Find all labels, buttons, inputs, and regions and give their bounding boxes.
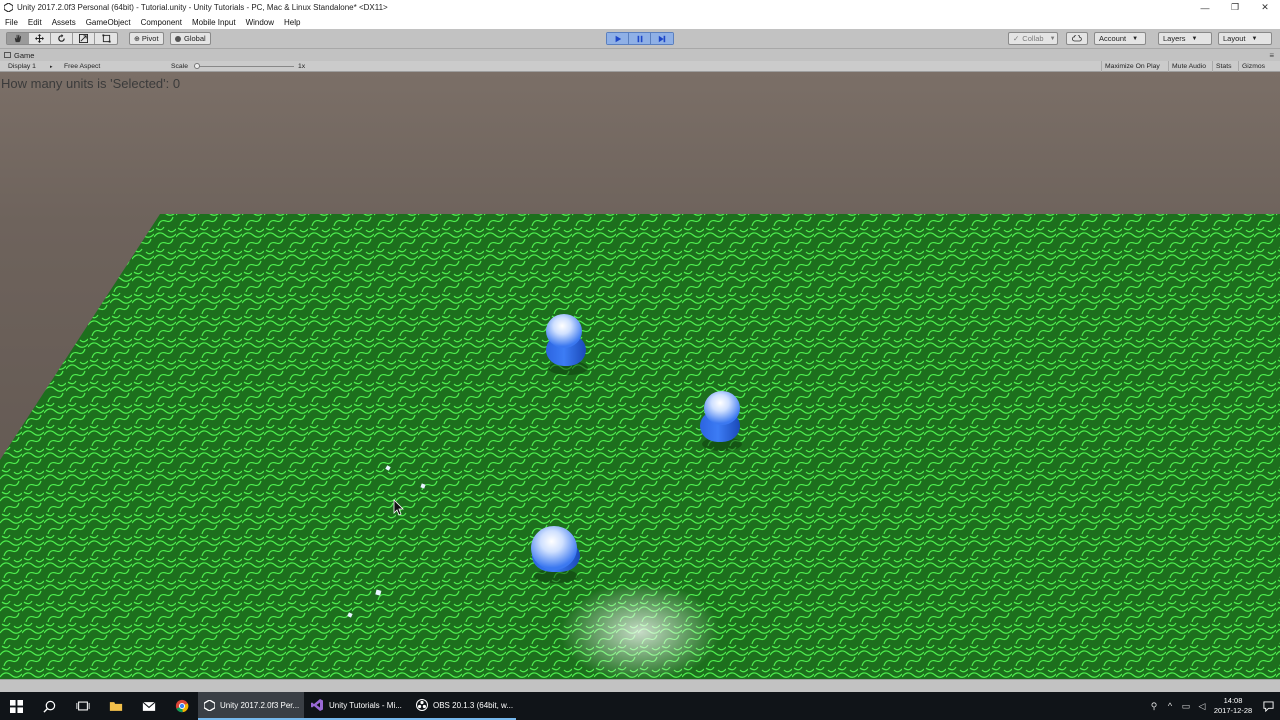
scale-icon — [79, 34, 88, 43]
chevron-down-icon: ▼ — [1251, 35, 1258, 42]
unit-capsule[interactable] — [700, 391, 742, 451]
notifications-icon[interactable] — [1256, 692, 1280, 720]
scale-label: Scale — [171, 63, 189, 70]
scale-slider-track[interactable] — [194, 66, 294, 67]
maximize-on-play-toggle[interactable]: Maximize On Play — [1101, 61, 1163, 72]
transform-tools — [6, 32, 118, 45]
chevron-up-icon[interactable]: ^ — [1162, 692, 1178, 720]
step-button[interactable] — [651, 33, 673, 44]
menu-file[interactable]: File — [0, 18, 23, 27]
play-button[interactable] — [607, 33, 629, 44]
scale-slider-handle[interactable] — [194, 63, 200, 69]
taskbar-app-visual-studio[interactable]: Unity Tutorials - Mi... — [304, 692, 410, 720]
unity-icon — [204, 698, 215, 712]
people-icon[interactable]: ⚲ — [1146, 692, 1162, 720]
rect-tool-icon — [101, 34, 111, 43]
taskbar-app-obs[interactable]: OBS 20.1.3 (64bit, w... — [410, 692, 516, 720]
window-title: Unity 2017.2.0f3 Personal (64bit) - Tuto… — [17, 3, 388, 12]
global-toggle[interactable]: Global — [170, 32, 211, 45]
network-icon[interactable]: ▭ — [1178, 692, 1194, 720]
menu-help[interactable]: Help — [279, 18, 305, 27]
move-icon — [35, 34, 44, 43]
mail-button[interactable] — [132, 692, 165, 720]
game-view[interactable]: How many units is 'Selected': 0 — [0, 72, 1280, 679]
pivot-toggle[interactable]: ⊕ Pivot — [129, 32, 164, 45]
chrome-button[interactable] — [165, 692, 198, 720]
menu-edit[interactable]: Edit — [23, 18, 47, 27]
minimize-button[interactable]: — — [1190, 0, 1220, 15]
panel-menu-icon[interactable]: ≡ — [1269, 51, 1274, 60]
selected-units-label: How many units is 'Selected': 0 — [1, 76, 181, 91]
window-title-bar: Unity 2017.2.0f3 Personal (64bit) - Tuto… — [0, 0, 1280, 15]
account-dropdown[interactable]: Account ▼ — [1094, 32, 1146, 45]
mute-audio-toggle[interactable]: Mute Audio — [1168, 61, 1209, 72]
file-explorer-button[interactable] — [99, 692, 132, 720]
game-view-icon — [4, 52, 11, 58]
cloud-button[interactable] — [1066, 32, 1088, 45]
search-icon — [43, 700, 56, 713]
rotate-tool-button[interactable] — [51, 33, 73, 44]
menu-bar: File Edit Assets GameObject Component Mo… — [0, 15, 1280, 29]
gizmos-dropdown[interactable]: Gizmos — [1238, 61, 1268, 72]
chevron-down-icon: ▼ — [1132, 35, 1139, 42]
windows-taskbar: Unity 2017.2.0f3 Per... Unity Tutorials … — [0, 692, 1280, 720]
stats-toggle[interactable]: Stats — [1212, 61, 1235, 72]
mail-icon — [142, 701, 155, 711]
chevron-down-icon: ▼ — [1191, 35, 1198, 42]
close-button[interactable]: ✕ — [1250, 0, 1280, 15]
rect-tool-button[interactable] — [95, 33, 117, 44]
light-spot — [560, 582, 720, 679]
scale-value: 1x — [298, 63, 306, 70]
taskbar-app-unity[interactable]: Unity 2017.2.0f3 Per... — [198, 692, 304, 720]
chrome-icon — [175, 699, 188, 713]
windows-logo-icon — [10, 699, 23, 713]
task-view-icon — [75, 701, 90, 711]
display-dropdown[interactable]: Display 1 ▸ — [8, 62, 52, 71]
hand-icon — [14, 34, 22, 43]
folder-icon — [109, 702, 122, 711]
layout-dropdown[interactable]: Layout ▼ — [1218, 32, 1272, 45]
rotate-icon — [58, 34, 65, 42]
check-icon: ✓ — [1013, 34, 1020, 43]
status-bar — [0, 679, 1280, 692]
game-view-toolbar: Display 1 ▸ Free Aspect Scale 1x Maximiz… — [0, 61, 1280, 72]
pause-icon — [637, 35, 642, 42]
cloud-icon — [1072, 35, 1082, 42]
globe-icon — [175, 35, 181, 42]
game-scene — [0, 214, 1280, 679]
pause-button[interactable] — [629, 33, 651, 44]
chevron-down-icon: ▸ — [49, 63, 53, 70]
game-tab-header: Game ≡ — [0, 49, 1280, 61]
search-button[interactable] — [33, 692, 66, 720]
menu-mobile-input[interactable]: Mobile Input — [187, 18, 241, 27]
pivot-icon: ⊕ — [134, 35, 140, 43]
task-view-button[interactable] — [66, 692, 99, 720]
system-tray: ⚲ ^ ▭ ◁ 14:08 2017-12-28 — [1146, 692, 1280, 720]
step-icon — [658, 35, 666, 42]
aspect-dropdown[interactable]: Free Aspect — [64, 62, 100, 71]
system-clock[interactable]: 14:08 2017-12-28 — [1210, 696, 1256, 716]
visual-studio-icon — [310, 698, 324, 712]
volume-icon[interactable]: ◁ — [1194, 692, 1210, 720]
main-toolbar: ⊕ Pivot Global ✓ Collab ▼ Account ▼ Laye… — [0, 29, 1280, 49]
start-button[interactable] — [0, 692, 33, 720]
menu-component[interactable]: Component — [136, 18, 187, 27]
hand-tool-button[interactable] — [7, 33, 29, 44]
play-icon — [615, 35, 621, 42]
obs-icon — [416, 698, 428, 712]
chevron-down-icon: ▼ — [1049, 35, 1056, 42]
menu-assets[interactable]: Assets — [47, 18, 81, 27]
collab-dropdown[interactable]: ✓ Collab ▼ — [1008, 32, 1058, 45]
playback-controls — [606, 32, 674, 45]
maximize-button[interactable]: ❐ — [1220, 0, 1250, 15]
menu-window[interactable]: Window — [241, 18, 279, 27]
scale-tool-button[interactable] — [73, 33, 95, 44]
move-tool-button[interactable] — [29, 33, 51, 44]
layers-dropdown[interactable]: Layers ▼ — [1158, 32, 1212, 45]
unity-logo-icon — [3, 3, 13, 13]
game-tab[interactable]: Game — [4, 51, 34, 60]
menu-gameobject[interactable]: GameObject — [81, 18, 136, 27]
